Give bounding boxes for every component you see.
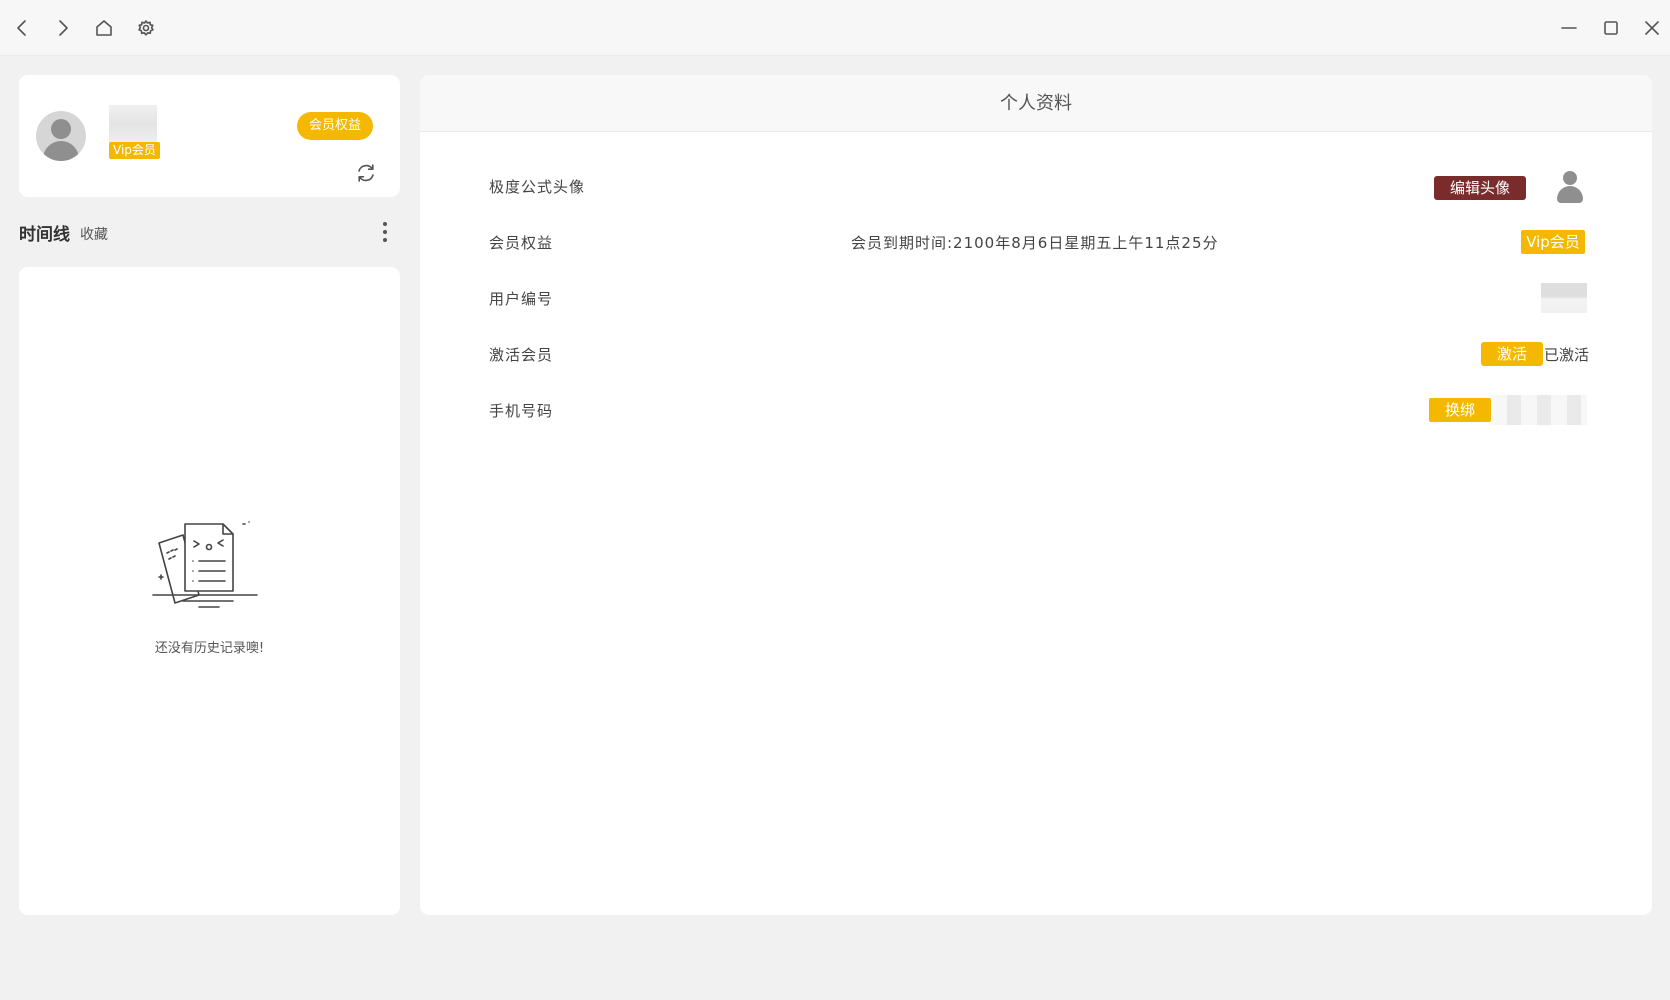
- row-phone: 手机号码 换绑: [489, 390, 1589, 430]
- avatar[interactable]: [36, 111, 86, 161]
- forward-icon[interactable]: [49, 14, 77, 42]
- row-label-activate: 激活会员: [489, 346, 554, 364]
- empty-history-text: 还没有历史记录噢!: [154, 641, 265, 656]
- empty-history-illustration: [152, 521, 258, 608]
- member-benefits-button[interactable]: 会员权益: [297, 112, 373, 140]
- profile-card: Vip会员 会员权益: [19, 75, 400, 197]
- row-activate: 激活会员 激活 已激活: [489, 334, 1589, 374]
- phone-number-redacted: [1491, 395, 1587, 425]
- more-vertical-icon[interactable]: [381, 220, 389, 244]
- avatar-head: [51, 119, 71, 139]
- rebind-phone-button[interactable]: 换绑: [1429, 398, 1491, 422]
- close-icon[interactable]: [1638, 14, 1666, 42]
- row-label-avatar: 极度公式头像: [489, 178, 586, 196]
- avatar-thumbnail-head: [1563, 171, 1577, 185]
- page-title: 个人资料: [420, 75, 1652, 132]
- tab-favorites[interactable]: 收藏: [80, 224, 108, 244]
- back-icon[interactable]: [8, 14, 36, 42]
- avatar-body: [43, 141, 79, 161]
- maximize-icon[interactable]: [1597, 14, 1625, 42]
- user-id-redacted: [1541, 283, 1587, 313]
- minimize-icon[interactable]: [1555, 14, 1583, 42]
- row-membership: 会员权益 会员到期时间:2100年8月6日星期五上午11点25分 Vip会员: [489, 222, 1589, 262]
- row-user-id: 用户编号: [489, 278, 1589, 318]
- username-redacted: [109, 105, 157, 143]
- tab-timeline[interactable]: 时间线: [19, 220, 70, 245]
- history-panel: 还没有历史记录噢!: [19, 267, 400, 915]
- refresh-icon[interactable]: [355, 162, 377, 184]
- avatar-thumbnail: [1554, 169, 1586, 205]
- history-tabs: 时间线 收藏: [19, 218, 400, 246]
- activate-button[interactable]: 激活: [1481, 342, 1543, 366]
- row-label-membership: 会员权益: [489, 234, 554, 252]
- row-label-phone: 手机号码: [489, 402, 554, 420]
- row-avatar: 极度公式头像 编辑头像: [489, 166, 1589, 206]
- title-bar: [0, 0, 1670, 56]
- home-icon[interactable]: [90, 14, 118, 42]
- vip-tag: Vip会员: [109, 142, 160, 159]
- settings-icon[interactable]: [132, 14, 160, 42]
- avatar-thumbnail-body: [1557, 186, 1583, 203]
- row-label-user-id: 用户编号: [489, 290, 554, 308]
- activation-status: 已激活: [1544, 346, 1590, 364]
- membership-expiry: 会员到期时间:2100年8月6日星期五上午11点25分: [851, 234, 1219, 252]
- edit-avatar-button[interactable]: 编辑头像: [1434, 176, 1526, 200]
- profile-detail-panel: 个人资料 极度公式头像 编辑头像 会员权益 会员到期时间:2100年8月6日星期…: [420, 75, 1652, 915]
- vip-badge: Vip会员: [1521, 230, 1585, 254]
